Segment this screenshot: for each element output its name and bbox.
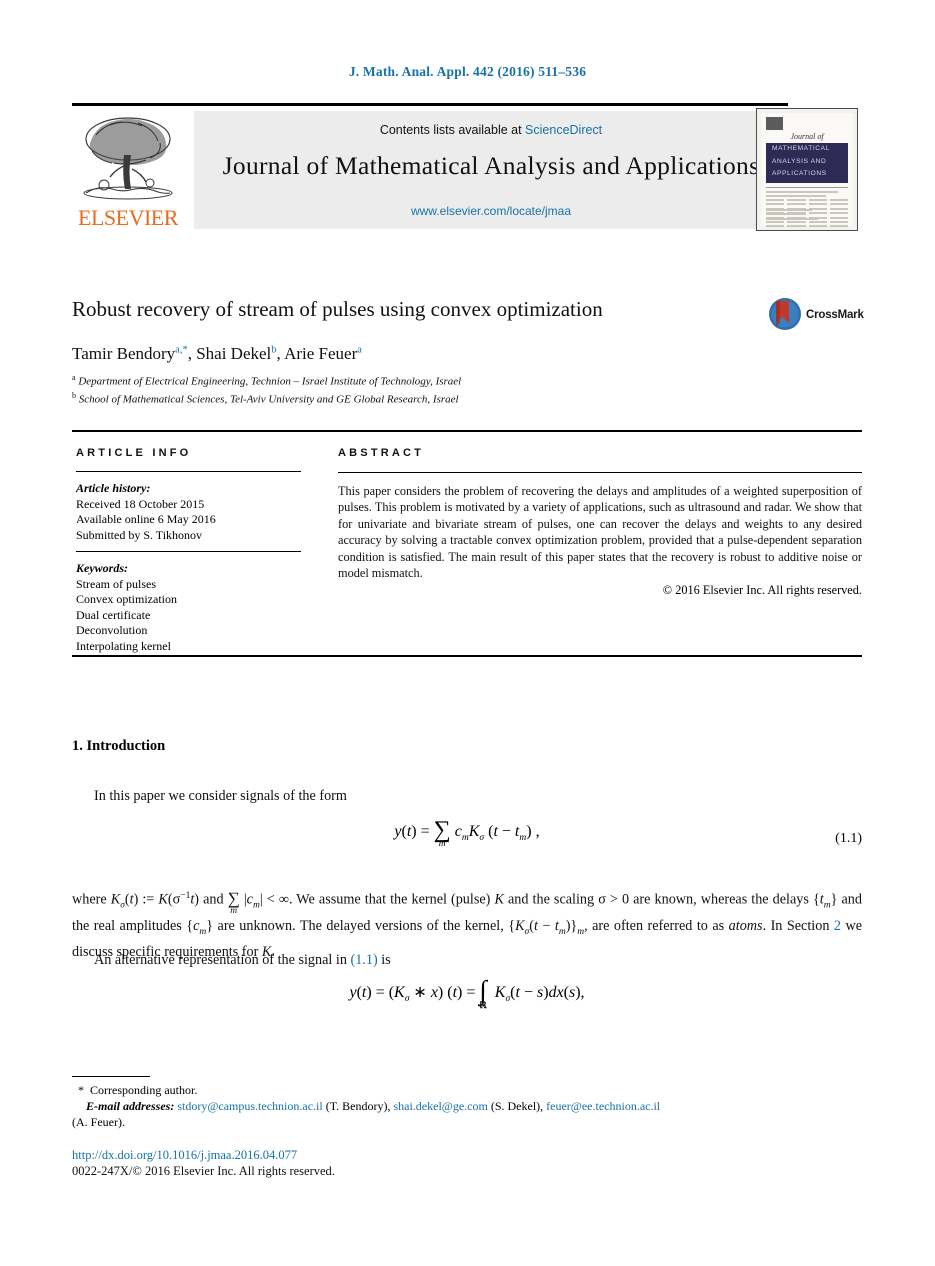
crossmark-badge[interactable]: CrossMark — [768, 297, 864, 339]
article-history-block: Article history: Received 18 October 201… — [76, 481, 301, 543]
p2-seg-8: , are often referred to as — [584, 918, 729, 935]
article-info-rule — [76, 471, 301, 472]
info-top-rule — [72, 430, 862, 432]
history-submitted-by: Submitted by S. Tikhonov — [76, 527, 203, 542]
cover-footer-lines — [766, 208, 848, 222]
summation-symbol-inline-icon: ∑ m — [227, 889, 240, 917]
email-person-dekel: (S. Dekel) — [490, 1099, 541, 1113]
abstract-text: This paper considers the problem of reco… — [338, 484, 862, 581]
p2-seg-1: where — [72, 891, 111, 908]
intro-paragraph-3: An alternative representation of the sig… — [72, 950, 862, 971]
affiliation-a: a Department of Electrical Engineering, … — [72, 371, 772, 389]
history-available-online: Available online 6 May 2016 — [76, 512, 216, 526]
intro-paragraph-1: In this paper we consider signals of the… — [94, 788, 347, 804]
sciencedirect-link[interactable]: ScienceDirect — [525, 123, 602, 137]
crossmark-label: CrossMark — [806, 309, 864, 321]
journal-masthead: ELSEVIER Contents lists available at Sci… — [72, 103, 862, 231]
authors-inline: Tamir Bendorya,*, Shai Dekelb, Arie Feue… — [72, 344, 362, 363]
paper-page: J. Math. Anal. Appl. 442 (2016) 511–536 … — [0, 0, 935, 1266]
keyword-item: Deconvolution — [76, 623, 148, 637]
keywords-block: Keywords: Stream of pulses Convex optimi… — [76, 561, 301, 654]
issn-copyright-line: 0022-247X/© 2016 Elsevier Inc. All right… — [72, 1164, 335, 1178]
footnote-block: * Corresponding author. E-mail addresses… — [72, 1082, 862, 1130]
corresponding-author-text: Corresponding author. — [90, 1083, 198, 1097]
info-bottom-rule — [72, 655, 862, 657]
integral-symbol-icon: ∫ ℝ — [479, 974, 487, 1010]
affiliation-marker-a: a — [72, 373, 76, 382]
abstract-heading: ABSTRACT — [338, 447, 425, 459]
elsevier-tree-icon — [83, 117, 173, 200]
article-info-column: ARTICLE INFO Article history: Received 1… — [76, 447, 301, 654]
cover-journal-of-label: Journal of — [790, 132, 824, 141]
author-list: Tamir Bendorya,*, Shai Dekelb, Arie Feue… — [72, 344, 772, 364]
affiliation-b: b School of Mathematical Sciences, Tel-A… — [72, 389, 772, 407]
journal-cover-thumbnail: Journal of MATHEMATICAL ANALYSIS AND APP… — [756, 108, 858, 231]
equation-convolution: y(t) = (Kσ ∗ x) (t) = ∫ ℝ Kσ(t − s)dx(s), — [72, 974, 862, 1010]
equation-1-1-link[interactable]: (1.1) — [350, 952, 377, 968]
elsevier-logo: ELSEVIER — [72, 111, 184, 231]
history-received: Received 18 October 2015 — [76, 496, 205, 511]
page-title: Robust recovery of stream of pulses usin… — [72, 297, 603, 321]
email-person-feuer: (A. Feuer). — [72, 1115, 125, 1129]
contents-available-line: Contents lists available at ScienceDirec… — [194, 123, 788, 137]
abstract-copyright: © 2016 Elsevier Inc. All rights reserved… — [662, 583, 862, 598]
equation-convolution-body: y(t) = (Kσ ∗ x) (t) = ∫ ℝ Kσ(t − s)dx(s), — [349, 974, 585, 1010]
p2-atoms-emphasis: atoms — [728, 918, 763, 935]
affiliation-list: a Department of Electrical Engineering, … — [72, 371, 772, 407]
running-head: J. Math. Anal. Appl. 442 (2016) 511–536 — [348, 64, 587, 79]
article-info-heading: ARTICLE INFO — [76, 447, 192, 459]
p2-seg-3: . We assume that the kernel (pulse) — [288, 891, 495, 908]
journal-url-link[interactable]: www.elsevier.com/locate/jmaa — [194, 204, 788, 218]
keyword-item: Convex optimization — [76, 592, 177, 606]
cover-elsevier-mark-icon — [766, 117, 783, 130]
cover-band-line-1: MATHEMATICAL — [772, 145, 830, 152]
cover-title-band: MATHEMATICAL ANALYSIS AND APPLICATIONS — [766, 143, 848, 183]
equation-1-1: y(t) = ∑ m cmKσ (t − tm) , (1.1) — [72, 817, 862, 849]
doi-link[interactable]: http://dx.doi.org/10.1016/j.jmaa.2016.04… — [72, 1148, 297, 1163]
cover-inner: Journal of MATHEMATICAL ANALYSIS AND APP… — [761, 113, 853, 230]
affiliation-text-b: School of Mathematical Sciences, Tel-Avi… — [78, 393, 459, 406]
email-addresses-note: E-mail addresses: stdory@campus.technion… — [86, 1099, 661, 1113]
email-link-bendory[interactable]: stdory@campus.technion.ac.il — [177, 1099, 322, 1113]
p2-seg-7: are unknown. The delayed versions of the… — [213, 918, 509, 935]
keyword-item: Interpolating kernel — [76, 638, 171, 653]
section-2-link[interactable]: 2 — [834, 918, 841, 934]
footnote-rule — [72, 1076, 150, 1078]
email-link-feuer[interactable]: feuer@ee.technion.ac.il — [546, 1099, 660, 1113]
journal-title: Journal of Mathematical Analysis and App… — [222, 151, 760, 180]
masthead-banner: Contents lists available at ScienceDirec… — [194, 111, 788, 229]
affiliation-text-a: Department of Electrical Engineering, Te… — [78, 375, 462, 388]
summation-symbol-icon: ∑ m — [433, 817, 451, 849]
cover-band-line-2: ANALYSIS AND — [772, 157, 827, 165]
masthead-top-rule — [72, 103, 788, 106]
section-heading-introduction: 1. Introduction — [72, 738, 166, 754]
p2-seg-10: . In Section — [762, 918, 834, 935]
p3-seg-3: is — [377, 952, 391, 968]
keyword-item: Dual certificate — [76, 607, 151, 622]
crossmark-icon — [769, 298, 801, 330]
email-link-dekel[interactable]: shai.dekel@ge.com — [393, 1099, 487, 1113]
equation-1-1-number: (1.1) — [835, 831, 862, 846]
elsevier-wordmark: ELSEVIER — [78, 205, 178, 230]
cover-band-line-3: APPLICATIONS — [772, 170, 827, 177]
p3-seg-1: An alternative representation of the sig… — [94, 952, 351, 968]
contents-prefix: Contents lists available at — [379, 123, 526, 137]
p2-seg-2: and — [199, 891, 228, 908]
corresponding-author-note: * Corresponding author. — [72, 1082, 862, 1098]
keywords-label: Keywords: — [76, 561, 128, 575]
p2-seg-5: are known, whereas the delays — [629, 891, 813, 908]
cover-rule — [766, 187, 848, 188]
email-person-bendory: (T. Bendory) — [325, 1099, 388, 1113]
email-addresses-label: E-mail addresses: — [86, 1099, 175, 1113]
keyword-item: Stream of pulses — [76, 576, 156, 591]
abstract-rule — [338, 472, 862, 473]
corresponding-author-marker: * — [78, 1083, 84, 1097]
p2-seg-4: and the scaling — [503, 891, 599, 908]
equation-1-1-body: y(t) = ∑ m cmKσ (t − tm) , — [394, 817, 540, 849]
affiliation-marker-b: b — [72, 391, 76, 401]
article-history-label: Article history: — [76, 481, 151, 495]
abstract-column: ABSTRACT This paper considers the proble… — [338, 447, 862, 598]
keywords-divider-rule — [76, 551, 301, 552]
